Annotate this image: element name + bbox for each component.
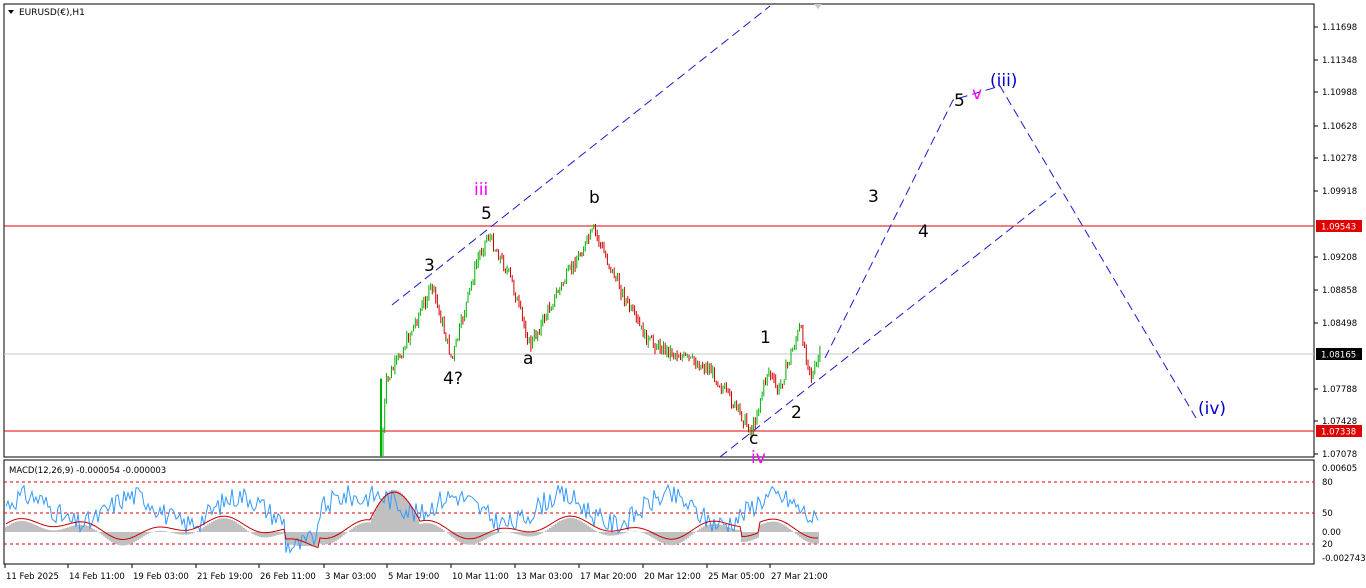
- price-badge-last[interactable]: 1.08165: [1316, 348, 1362, 361]
- wave-label-1: 1: [760, 328, 771, 348]
- time-tick-label: 27 Mar 21:00: [771, 572, 828, 582]
- price-badge-text: 1.07338: [1321, 428, 1356, 438]
- price-tick-label: 1.10988: [1322, 88, 1357, 98]
- price-badge-resistance[interactable]: 1.09543: [1316, 220, 1362, 233]
- price-tick-label: 1.11348: [1322, 56, 1357, 66]
- wave-label-iv: iv: [751, 448, 766, 468]
- price-tick-label: 1.07788: [1322, 385, 1357, 395]
- price-tick-label: 1.11698: [1322, 23, 1357, 33]
- price-panel[interactable]: [3, 3, 1315, 458]
- price-tick-label: 1.09208: [1322, 253, 1357, 263]
- macd-panel[interactable]: [3, 459, 1315, 565]
- wave-label-4-proj: 4: [918, 222, 929, 242]
- wave-label-3-proj: 3: [868, 187, 879, 207]
- wave-label-a: a: [523, 349, 533, 369]
- time-tick-label: 10 Mar 11:00: [452, 572, 509, 582]
- wave-label-2: 2: [791, 403, 802, 423]
- macd-tick-label: 0.00: [1322, 528, 1341, 538]
- price-tick-label: 1.08498: [1322, 319, 1357, 329]
- macd-label: MACD(12,26,9) -0.000054 -0.000003: [9, 466, 166, 476]
- time-tick-label: 5 Mar 19:00: [388, 572, 439, 582]
- time-tick-label: 11 Feb 2025: [6, 572, 59, 582]
- time-tick-label: 21 Feb 19:00: [197, 572, 253, 582]
- time-tick-label: 19 Feb 03:00: [133, 572, 189, 582]
- price-tick-label: 1.10278: [1322, 154, 1357, 164]
- price-badge-text: 1.08165: [1321, 351, 1356, 361]
- wave-label-iv-paren: (iv): [1198, 399, 1226, 419]
- wave-label-c: c: [749, 429, 758, 449]
- time-tick-label: 17 Mar 20:00: [580, 572, 637, 582]
- time-tick-label: 25 Mar 05:00: [708, 572, 765, 582]
- wave-label-4q: 4?: [443, 369, 463, 389]
- time-tick-label: 26 Feb 11:00: [260, 572, 316, 582]
- price-badge-support[interactable]: 1.07338: [1316, 425, 1362, 438]
- wave-label-3: 3: [424, 256, 435, 276]
- time-tick-label: 20 Mar 12:00: [644, 572, 701, 582]
- time-tick-label: 3 Mar 03:00: [325, 572, 376, 582]
- wave-label-b: b: [589, 188, 600, 208]
- price-tick-label: 1.10628: [1322, 122, 1357, 132]
- price-tick-label: 1.08858: [1322, 286, 1357, 296]
- time-tick-label: 13 Mar 03:00: [516, 572, 573, 582]
- wave-label-iii-paren: (iii): [990, 71, 1017, 91]
- chart-terminal[interactable]: EURUSD(€),H1 iii 5 3 4? a b c iv 1 2 3 4…: [0, 0, 1366, 588]
- macd-tick-label: -0.002743: [1322, 554, 1366, 564]
- wave-label-5: 5: [481, 204, 492, 224]
- time-tick-label: 14 Feb 11:00: [69, 572, 125, 582]
- price-tick-label: 1.09918: [1322, 187, 1357, 197]
- macd-tick-label: 0.00605: [1322, 464, 1357, 474]
- wave-label-5-proj: 5: [954, 91, 965, 111]
- price-badge-text: 1.09543: [1321, 223, 1356, 233]
- wave-label-v: v: [972, 84, 982, 104]
- macd-tick-label: 20: [1322, 540, 1333, 550]
- price-tick-label: 1.07078: [1322, 450, 1357, 460]
- macd-tick-label: 80: [1322, 478, 1333, 488]
- macd-tick-label: 50: [1322, 509, 1333, 519]
- symbol-label: EURUSD(€),H1: [19, 8, 85, 18]
- wave-label-iii: iii: [474, 180, 488, 200]
